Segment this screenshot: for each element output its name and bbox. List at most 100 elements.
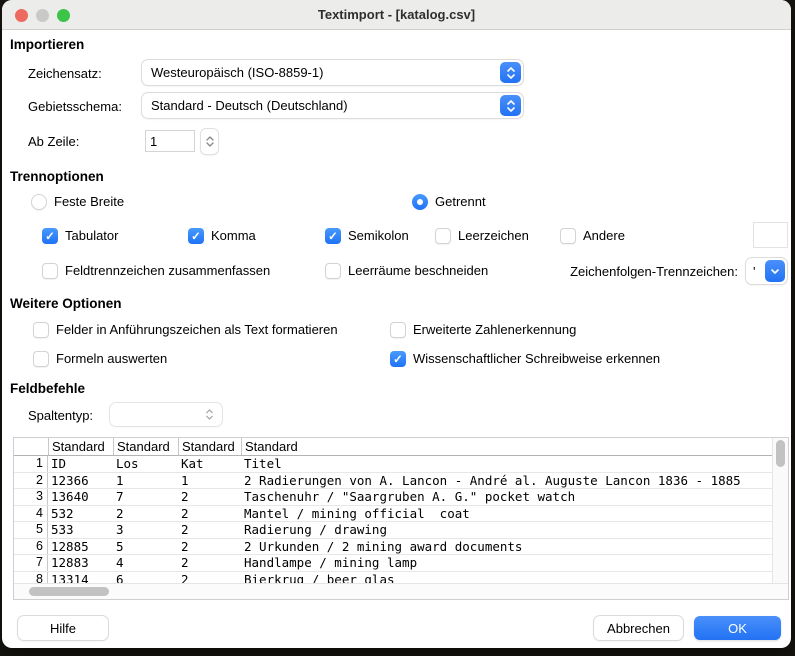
leerzeichen-label: Leerzeichen xyxy=(458,228,529,243)
tabulator-checkbox[interactable]: Tabulator xyxy=(42,227,118,244)
trim-spaces-label: Leerräume beschneiden xyxy=(348,263,488,278)
table-cell: 5 xyxy=(113,539,178,555)
table-cell: Taschenuhr / "Saargruben A. G." pocket w… xyxy=(241,489,772,505)
cancel-button[interactable]: Abbrechen xyxy=(594,616,683,640)
separated-radio[interactable]: Getrennt xyxy=(412,193,486,210)
table-cell: 2 xyxy=(178,522,241,538)
column-type-select xyxy=(110,403,222,426)
table-cell: 2 xyxy=(178,489,241,505)
vertical-scrollbar-thumb[interactable] xyxy=(776,440,785,467)
andere-checkbox[interactable]: Andere xyxy=(560,227,625,244)
section-heading-fields: Feldbefehle xyxy=(10,381,85,396)
table-cell: Radierung / drawing xyxy=(241,522,772,538)
table-cell: 2 xyxy=(178,506,241,522)
andere-label: Andere xyxy=(583,228,625,243)
quoted-as-text-checkbox[interactable]: Felder in Anführungszeichen als Text for… xyxy=(33,321,338,338)
special-numbers-checkbox[interactable]: Erweiterte Zahlenerkennung xyxy=(390,321,576,338)
chevron-down-icon xyxy=(206,142,214,147)
table-cell: 4 xyxy=(113,555,178,571)
scientific-notation-checkbox[interactable]: Wissenschaftlicher Schreibweise erkennen xyxy=(390,350,660,367)
table-cell: Handlampe / mining lamp xyxy=(241,555,772,571)
table-row[interactable]: 212366112 Radierungen von A. Lancon - An… xyxy=(14,473,772,490)
checkbox-box xyxy=(33,351,49,367)
window-title: Textimport - [katalog.csv] xyxy=(318,7,475,22)
evaluate-formulas-checkbox[interactable]: Formeln auswerten xyxy=(33,350,167,367)
checkbox-box xyxy=(390,322,406,338)
chevron-up-down-icon xyxy=(199,404,220,425)
row-number: 4 xyxy=(14,506,48,522)
from-row-stepper[interactable] xyxy=(201,129,218,154)
column-header[interactable]: Standard xyxy=(241,438,772,455)
table-cell: 1 xyxy=(113,473,178,489)
horizontal-scrollbar[interactable] xyxy=(14,583,788,599)
section-heading-separator: Trennoptionen xyxy=(10,169,104,184)
preview-table-header: Standard Standard Standard Standard xyxy=(14,438,772,456)
titlebar[interactable]: Textimport - [katalog.csv] xyxy=(2,0,791,30)
table-cell: 12885 xyxy=(48,539,113,555)
fixed-width-radio[interactable]: Feste Breite xyxy=(31,193,124,210)
textimport-dialog: Textimport - [katalog.csv] Importieren Z… xyxy=(2,0,791,648)
table-row[interactable]: 31364072Taschenuhr / "Saargruben A. G." … xyxy=(14,489,772,506)
locale-value: Standard - Deutsch (Deutschland) xyxy=(151,98,500,113)
semikolon-checkbox[interactable]: Semikolon xyxy=(325,227,409,244)
locale-label: Gebietsschema: xyxy=(28,99,122,114)
table-row[interactable]: 453222Mantel / mining official coat xyxy=(14,506,772,523)
trim-spaces-checkbox[interactable]: Leerräume beschneiden xyxy=(325,262,488,279)
close-button[interactable] xyxy=(15,9,28,22)
special-numbers-label: Erweiterte Zahlenerkennung xyxy=(413,322,576,337)
row-number: 2 xyxy=(14,473,48,489)
chevron-up-down-icon xyxy=(500,95,521,116)
help-button[interactable]: Hilfe xyxy=(18,616,108,640)
row-number: 7 xyxy=(14,555,48,571)
table-row[interactable]: 71288342Handlampe / mining lamp xyxy=(14,555,772,572)
fixed-width-label: Feste Breite xyxy=(54,194,124,209)
table-cell: Los xyxy=(113,456,178,472)
merge-delimiters-label: Feldtrennzeichen zusammenfassen xyxy=(65,263,270,278)
tabulator-label: Tabulator xyxy=(65,228,118,243)
table-cell: 2 xyxy=(178,555,241,571)
table-cell: 12366 xyxy=(48,473,113,489)
table-body: 1IDLosKatTitel212366112 Radierungen von … xyxy=(14,456,772,584)
checkbox-box xyxy=(33,322,49,338)
table-cell: 7 xyxy=(113,489,178,505)
string-delimiter-combobox[interactable]: ' xyxy=(746,258,787,284)
komma-checkbox[interactable]: Komma xyxy=(188,227,256,244)
table-cell: 2 Radierungen von A. Lancon - André al. … xyxy=(241,473,772,489)
table-row[interactable]: 612885522 Urkunden / 2 mining award docu… xyxy=(14,539,772,556)
chevron-up-down-icon xyxy=(500,62,521,83)
checkbox-box xyxy=(560,228,576,244)
chevron-up-icon xyxy=(206,136,214,141)
ok-button[interactable]: OK xyxy=(694,616,781,640)
table-cell: Kat xyxy=(178,456,241,472)
merge-delimiters-checkbox[interactable]: Feldtrennzeichen zusammenfassen xyxy=(42,262,270,279)
table-row[interactable]: 1IDLosKatTitel xyxy=(14,456,772,473)
charset-value: Westeuropäisch (ISO-8859-1) xyxy=(151,65,500,80)
table-cell: 533 xyxy=(48,522,113,538)
charset-label: Zeichensatz: xyxy=(28,66,102,81)
row-number: 6 xyxy=(14,539,48,555)
table-row[interactable]: 553332Radierung / drawing xyxy=(14,522,772,539)
from-row-label: Ab Zeile: xyxy=(28,134,79,149)
string-delimiter-value: ' xyxy=(753,264,755,279)
column-header[interactable]: Standard xyxy=(48,438,113,455)
table-cell: 2 xyxy=(178,539,241,555)
vertical-scrollbar[interactable] xyxy=(772,438,788,583)
from-row-input[interactable] xyxy=(145,130,195,152)
column-header[interactable] xyxy=(14,438,48,455)
other-delimiter-input[interactable] xyxy=(753,222,788,248)
table-cell: Mantel / mining official coat xyxy=(241,506,772,522)
minimize-button[interactable] xyxy=(36,9,49,22)
column-header[interactable]: Standard xyxy=(113,438,178,455)
checkbox-box xyxy=(325,263,341,279)
table-cell: ID xyxy=(48,456,113,472)
quoted-as-text-label: Felder in Anführungszeichen als Text for… xyxy=(56,322,338,337)
column-header[interactable]: Standard xyxy=(178,438,241,455)
locale-select[interactable]: Standard - Deutsch (Deutschland) xyxy=(142,93,523,118)
leerzeichen-checkbox[interactable]: Leerzeichen xyxy=(435,227,529,244)
charset-select[interactable]: Westeuropäisch (ISO-8859-1) xyxy=(142,60,523,85)
horizontal-scrollbar-thumb[interactable] xyxy=(29,587,109,596)
evaluate-formulas-label: Formeln auswerten xyxy=(56,351,167,366)
table-cell: 2 Urkunden / 2 mining award documents xyxy=(241,539,772,555)
zoom-button[interactable] xyxy=(57,9,70,22)
table-cell: 2 xyxy=(113,506,178,522)
